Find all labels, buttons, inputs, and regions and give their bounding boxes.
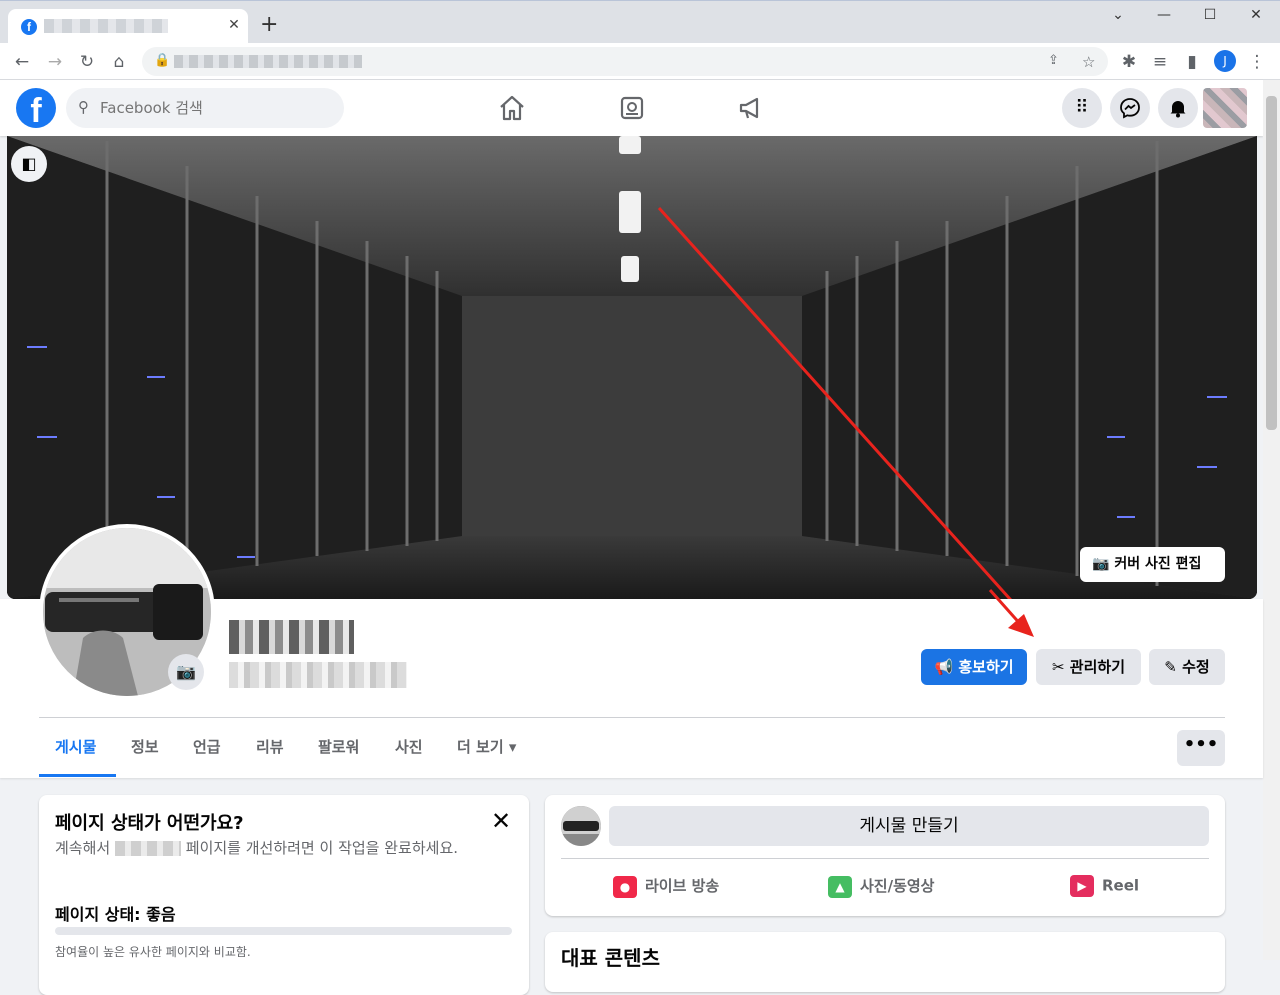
photo-label: 사진/동영상 (860, 877, 935, 895)
photo-icon: ▲ (828, 875, 852, 898)
composer-avatar[interactable] (561, 806, 601, 846)
page-status-value: 페이지 상태: 좋음 (55, 905, 176, 924)
live-video-icon: ● (613, 875, 637, 898)
reel-button[interactable]: ▶ Reel (1070, 875, 1139, 897)
pencil-icon: ✎ (1164, 658, 1177, 676)
create-post-button[interactable]: 게시물 만들기 (609, 806, 1209, 846)
tab-about[interactable]: 정보 (131, 736, 159, 757)
edit-cover-label: 커버 사진 편집 (1114, 556, 1202, 572)
reel-label: Reel (1102, 876, 1140, 895)
post-composer-card: 게시물 만들기 ● 라이브 방송 ▲ 사진/동영상 ▶ Reel (545, 795, 1225, 916)
close-icon[interactable]: ✕ (491, 807, 511, 835)
tab-posts[interactable]: 게시물 (55, 736, 96, 757)
page-name-redacted (229, 620, 354, 654)
cover-layout-toggle-icon[interactable]: ◧ (11, 146, 47, 182)
tab-reviews[interactable]: 리뷰 (256, 736, 284, 757)
edit-button[interactable]: ✎ 수정 (1149, 649, 1225, 685)
status-progress-bar (55, 927, 512, 935)
status-comparison-note: 참여율이 높은 유사한 페이지와 비교함. (55, 945, 251, 959)
desc-after: 페이지를 개선하려면 이 작업을 완료하세요. (185, 839, 459, 857)
live-label: 라이브 방송 (645, 877, 720, 895)
page-status-description: 계속해서 페이지를 개선하려면 이 작업을 완료하세요. (55, 837, 515, 859)
photo-video-button[interactable]: ▲ 사진/동영상 (828, 875, 934, 898)
tab-followers[interactable]: 팔로워 (318, 736, 359, 757)
desc-before: 계속해서 (55, 839, 111, 857)
more-options-button[interactable]: ••• (1177, 730, 1225, 766)
profile-camera-icon[interactable]: 📷 (168, 654, 204, 690)
manage-button[interactable]: ✂ 관리하기 (1036, 649, 1141, 685)
edit-label: 수정 (1182, 658, 1210, 676)
promote-button[interactable]: 📢 홍보하기 (921, 649, 1027, 685)
tab-more[interactable]: 더 보기 ▾ (457, 736, 516, 757)
profile-divider (39, 717, 1225, 718)
featured-content-card: 대표 콘텐츠 (545, 932, 1225, 992)
camera-icon: 📷 (1092, 556, 1110, 572)
megaphone-icon: 📢 (934, 658, 954, 676)
tools-icon: ✂ (1051, 658, 1065, 676)
live-video-button[interactable]: ● 라이브 방송 (613, 875, 719, 898)
page-status-title: 페이지 상태가 어떤가요? (55, 813, 244, 834)
reel-icon: ▶ (1070, 875, 1094, 897)
manage-label: 관리하기 (1069, 658, 1125, 676)
edit-cover-photo-button[interactable]: 📷 커버 사진 편집 (1080, 547, 1225, 582)
page-status-card: 페이지 상태가 어떤가요? ✕ 계속해서 페이지를 개선하려면 이 작업을 완료… (39, 795, 529, 995)
tab-photos[interactable]: 사진 (395, 736, 423, 757)
promote-label: 홍보하기 (958, 658, 1014, 676)
featured-title: 대표 콘텐츠 (561, 946, 660, 970)
page-name-redacted-inline (114, 841, 181, 856)
tab-mentions[interactable]: 언급 (193, 736, 221, 757)
page-subtitle-redacted (229, 662, 407, 688)
composer-divider (561, 858, 1209, 859)
active-tab-indicator (39, 774, 116, 777)
